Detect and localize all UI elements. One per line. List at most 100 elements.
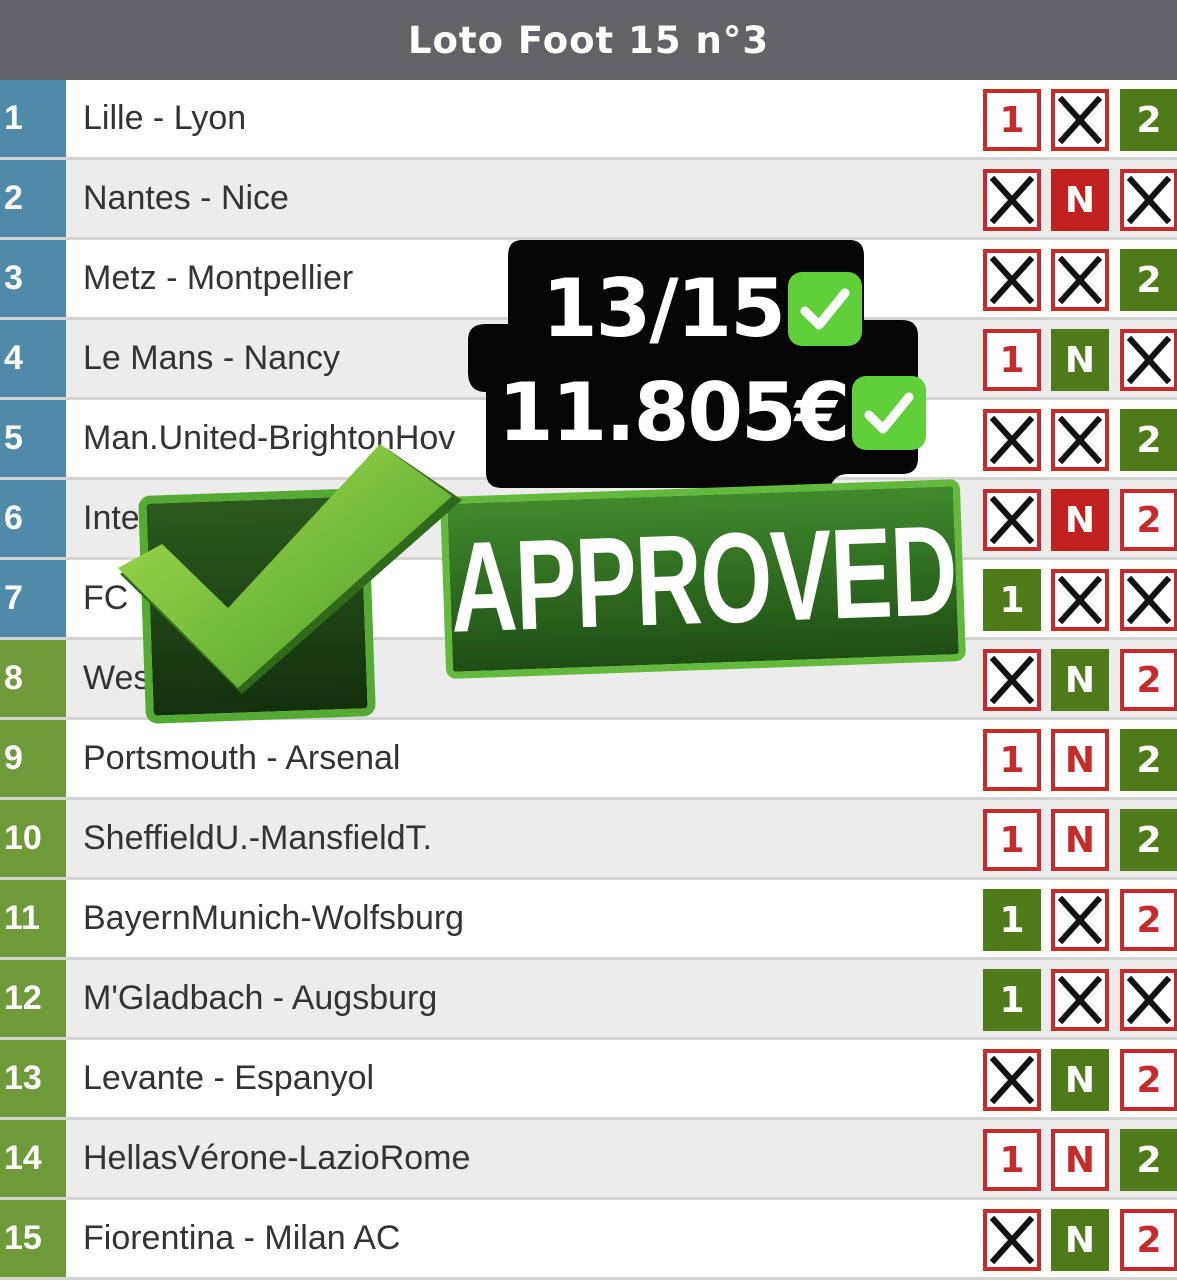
check-mark-icon [787, 271, 862, 346]
pick-cell[interactable]: N [1051, 489, 1109, 551]
cross-mark-icon[interactable] [983, 1049, 1041, 1111]
table-row: 13 Levante - Espanyol N 2 [0, 1040, 1177, 1120]
match-name: Lille - Lyon [83, 99, 247, 137]
pick-cells: 12 [983, 89, 1177, 151]
match-number: 2 [0, 160, 66, 237]
pick-cell[interactable]: N [1051, 809, 1109, 871]
match-name: M'Gladbach - Augsburg [83, 979, 438, 1017]
match-name: Fiorentina - Milan AC [83, 1219, 401, 1257]
pick-cells: N2 [983, 649, 1177, 711]
match-number: 14 [0, 1120, 66, 1197]
pick-cell[interactable]: 2 [1120, 249, 1177, 311]
pick-cells: N2 [983, 1209, 1177, 1271]
table-row: 15 Fiorentina - Milan AC N 2 [0, 1200, 1177, 1280]
table-row: 1 Lille - Lyon 1 2 [0, 80, 1177, 160]
cross-mark-icon[interactable] [1051, 569, 1109, 631]
pick-cell[interactable]: N [1051, 169, 1109, 231]
match-number: 6 [0, 480, 66, 557]
grid-title: Loto Foot 15 n°3 [0, 0, 1177, 80]
pick-cell[interactable]: 1 [983, 969, 1041, 1031]
pick-cells: N [983, 169, 1177, 231]
pick-cells: 2 [983, 409, 1177, 471]
match-number: 9 [0, 720, 66, 797]
match-name: Portsmouth - Arsenal [83, 739, 401, 777]
match-number: 5 [0, 400, 66, 477]
pick-cell[interactable]: 2 [1120, 1129, 1177, 1191]
pick-cell[interactable]: 2 [1120, 1049, 1177, 1111]
cross-mark-icon[interactable] [1051, 969, 1109, 1031]
pick-cell[interactable]: 1 [983, 569, 1041, 631]
cross-mark-icon[interactable] [983, 409, 1041, 471]
match-number: 12 [0, 960, 66, 1037]
pick-cell[interactable]: 1 [983, 729, 1041, 791]
pick-cells: 1N2 [983, 729, 1177, 791]
match-name: Metz - Montpellier [83, 259, 354, 297]
pick-cell[interactable]: N [1051, 1209, 1109, 1271]
pick-cell[interactable]: 1 [983, 1129, 1041, 1191]
table-row: 2 Nantes - Nice N [0, 160, 1177, 240]
score-text: 13/15 [542, 262, 786, 355]
cross-mark-icon[interactable] [1051, 89, 1109, 151]
table-row: 14 HellasVérone-LazioRome 1 N 2 [0, 1120, 1177, 1200]
pick-cells: N2 [983, 1049, 1177, 1111]
cross-mark-icon[interactable] [983, 1209, 1041, 1271]
pick-cells: 1N2 [983, 809, 1177, 871]
pick-cells: N2 [983, 489, 1177, 551]
pick-cell[interactable]: 1 [983, 809, 1041, 871]
pick-cell[interactable]: N [1051, 729, 1109, 791]
cross-mark-icon[interactable] [983, 649, 1041, 711]
cross-mark-icon[interactable] [983, 489, 1041, 551]
cross-mark-icon[interactable] [1120, 169, 1177, 231]
cross-mark-icon[interactable] [1051, 409, 1109, 471]
pick-cell[interactable]: N [1051, 329, 1109, 391]
cross-mark-icon[interactable] [1051, 249, 1109, 311]
pick-cell[interactable]: 2 [1120, 809, 1177, 871]
cross-mark-icon[interactable] [983, 249, 1041, 311]
pick-cell[interactable]: 2 [1120, 729, 1177, 791]
check-mark-icon [852, 375, 927, 450]
cross-mark-icon[interactable] [1120, 329, 1177, 391]
table-row: 12 M'Gladbach - Augsburg 1 [0, 960, 1177, 1040]
match-number: 13 [0, 1040, 66, 1117]
cross-mark-icon[interactable] [1120, 569, 1177, 631]
pick-cell[interactable]: 2 [1120, 1209, 1177, 1271]
table-row: 11 BayernMunich-Wolfsburg 1 2 [0, 880, 1177, 960]
pick-cell[interactable]: 1 [983, 889, 1041, 951]
match-name: Nantes - Nice [83, 179, 289, 217]
cross-mark-icon[interactable] [983, 169, 1041, 231]
pick-cell[interactable]: 2 [1120, 489, 1177, 551]
match-number: 3 [0, 240, 66, 317]
match-number: 4 [0, 320, 66, 397]
pick-cells: 2 [983, 249, 1177, 311]
match-number: 8 [0, 640, 66, 717]
pick-cell[interactable]: 1 [983, 89, 1041, 151]
pick-cell[interactable]: 1 [983, 329, 1041, 391]
pick-cells: 1 [983, 569, 1177, 631]
match-number: 7 [0, 560, 66, 637]
score-line: 13/15 [542, 262, 862, 355]
pick-cell[interactable]: 2 [1120, 889, 1177, 951]
pick-cells: 1 [983, 969, 1177, 1031]
match-number: 15 [0, 1200, 66, 1277]
match-number: 10 [0, 800, 66, 877]
pick-cells: 1N2 [983, 1129, 1177, 1191]
pick-cells: 12 [983, 889, 1177, 951]
pick-cell[interactable]: N [1051, 1129, 1109, 1191]
match-number: 11 [0, 880, 66, 957]
match-name: BayernMunich-Wolfsburg [83, 899, 465, 937]
pick-cell[interactable]: 2 [1120, 409, 1177, 471]
match-name: HellasVérone-LazioRome [83, 1139, 471, 1177]
pick-cells: 1N [983, 329, 1177, 391]
cross-mark-icon[interactable] [1051, 889, 1109, 951]
pick-cell[interactable]: 2 [1120, 89, 1177, 151]
pick-cell[interactable]: N [1051, 649, 1109, 711]
pick-cell[interactable]: N [1051, 1049, 1109, 1111]
cross-mark-icon[interactable] [1120, 969, 1177, 1031]
match-name: SheffieldU.-MansfieldT. [83, 819, 432, 857]
pick-cell[interactable]: 2 [1120, 649, 1177, 711]
match-number: 1 [0, 80, 66, 157]
match-name: Le Mans - Nancy [83, 339, 340, 377]
table-row: 10 SheffieldU.-MansfieldT. 1 N 2 [0, 800, 1177, 880]
approved-stamp: APPROVED [118, 444, 968, 729]
table-row: 9 Portsmouth - Arsenal 1 N 2 [0, 720, 1177, 800]
